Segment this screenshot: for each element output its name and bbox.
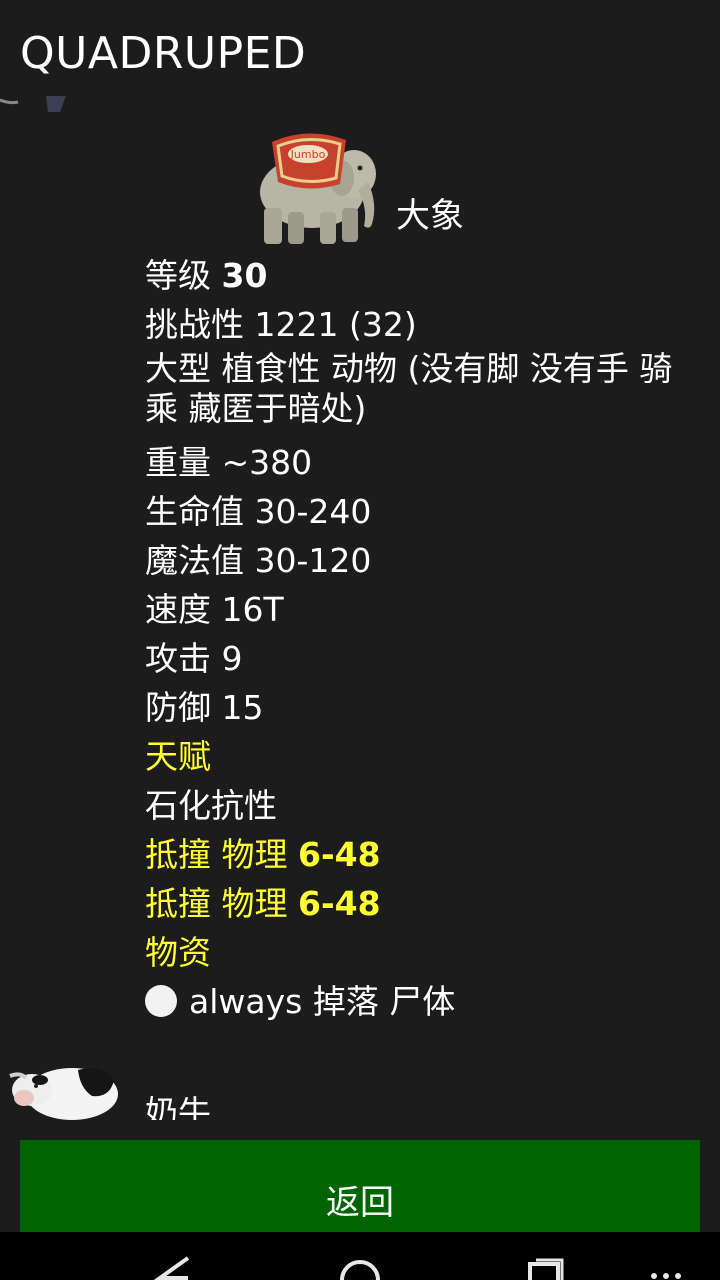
title-bar: QUADRUPED <box>0 0 720 104</box>
elephant-image: Jumbo <box>260 133 376 244</box>
traits-row: 大型 植食性 动物 (没有脚 没有手 骑乘 藏匿于暗处) <box>145 349 673 428</box>
app-title: QUADRUPED <box>20 28 307 79</box>
creature-list[interactable]: Jumbo 大象 等级 30 挑战性 1221 (32) 大型 植食性 动物 (… <box>0 96 720 1120</box>
back-button-label: 返回 <box>326 1182 394 1223</box>
dots-menu-icon[interactable] <box>648 1254 684 1280</box>
talent-heading: 天赋 <box>145 737 211 776</box>
speed-row: 速度 16T <box>145 590 284 629</box>
back-button[interactable]: 返回 <box>20 1140 700 1232</box>
entry-header[interactable]: Jumbo 大象 <box>250 122 550 252</box>
entry-stats: 等级 30 挑战性 1221 (32) 大型 植食性 动物 (没有脚 没有手 骑… <box>145 251 685 1026</box>
level-value: 30 <box>221 256 268 295</box>
previous-item-image-fragment <box>0 96 66 112</box>
square-recents-icon[interactable] <box>524 1254 568 1280</box>
attack-row: 攻击 9 <box>145 639 243 678</box>
level-row: 等级 30 <box>145 251 685 300</box>
defense-row: 防御 15 <box>145 688 264 727</box>
loot-item-text: always 掉落 尸体 <box>189 982 456 1021</box>
hp-row: 生命值 30-240 <box>145 492 372 531</box>
melee-attack-label: 抵撞 物理 <box>145 835 288 874</box>
melee-attack-label-2: 抵撞 物理 <box>145 884 288 923</box>
next-entry-name: 奶牛 <box>145 1093 211 1120</box>
entry-name: 大象 <box>396 196 464 236</box>
loot-heading: 物资 <box>145 933 211 972</box>
circle-home-icon[interactable] <box>336 1254 384 1280</box>
melee-attack-row-2: 抵撞 物理 6-48 <box>145 879 685 928</box>
app-root: QUADRUPED Jumbo 大象 等级 30 挑战性 1221 (32) 大… <box>0 0 720 1280</box>
next-list-item[interactable]: 奶牛 <box>0 1058 720 1120</box>
melee-attack-value-2: 6-48 <box>298 884 381 923</box>
bullet-icon <box>145 985 177 1017</box>
triangle-back-icon[interactable] <box>150 1254 194 1280</box>
challenge-row: 挑战性 1221 (32) <box>145 305 417 344</box>
svg-text:Jumbo: Jumbo <box>290 148 326 161</box>
talent-item: 石化抗性 <box>145 786 277 825</box>
cow-image <box>9 1068 118 1120</box>
weight-row: 重量 ~380 <box>145 443 313 482</box>
loot-item: always 掉落 尸体 <box>145 977 685 1026</box>
mp-row: 魔法值 30-120 <box>145 541 372 580</box>
system-nav-bar <box>0 1232 720 1280</box>
melee-attack-row: 抵撞 物理 6-48 <box>145 830 685 879</box>
level-label: 等级 <box>145 256 211 295</box>
melee-attack-value: 6-48 <box>298 835 381 874</box>
